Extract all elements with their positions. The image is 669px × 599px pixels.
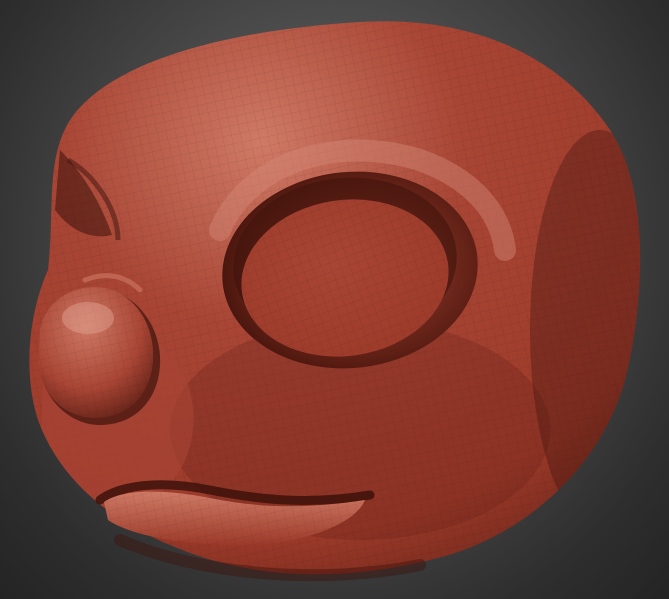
nose-highlight — [62, 302, 114, 334]
right-side-shade — [530, 130, 641, 530]
sculpt-viewport[interactable] — [0, 0, 669, 599]
sculpt-canvas — [29, 21, 641, 582]
